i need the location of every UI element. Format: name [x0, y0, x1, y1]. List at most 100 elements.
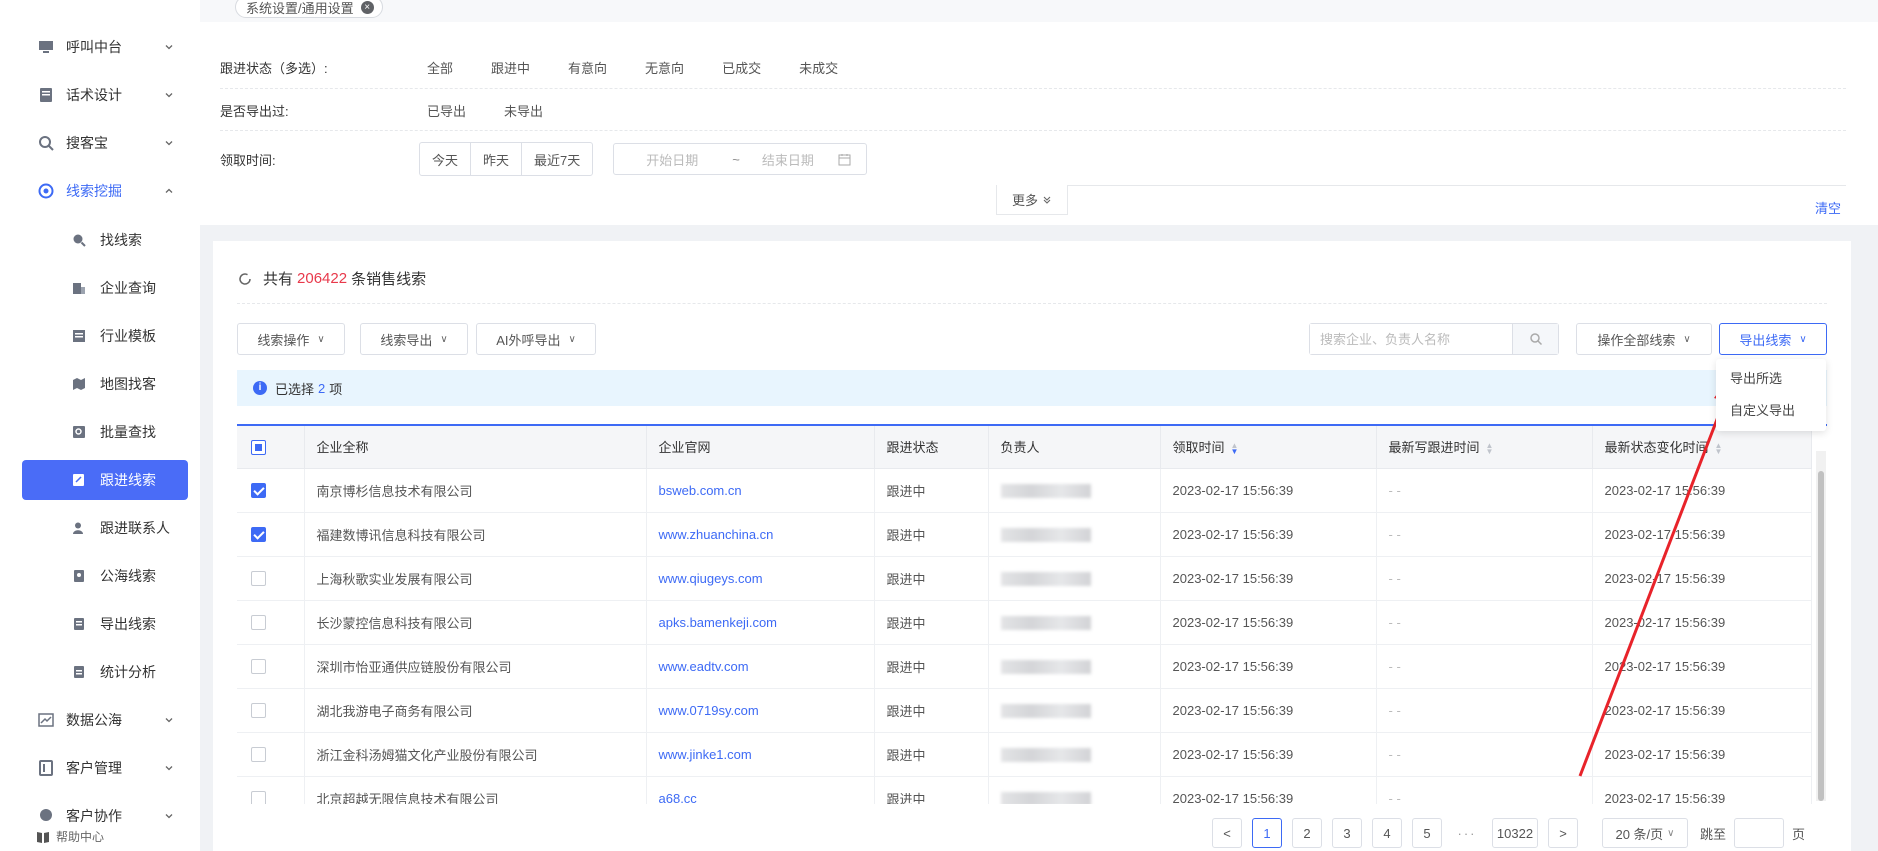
- help-center-link[interactable]: 帮助中心: [36, 828, 104, 845]
- website-link[interactable]: www.jinke1.com: [646, 732, 875, 777]
- nav-item-data-pool[interactable]: 数据公海: [22, 700, 188, 740]
- sub-item-follow-leads[interactable]: 跟进线索: [22, 460, 188, 500]
- export-selected-item[interactable]: 导出所选: [1716, 363, 1826, 395]
- website-link[interactable]: apks.bamenkeji.com: [646, 600, 875, 645]
- select-all-checkbox[interactable]: [251, 439, 266, 455]
- owner-cell: [988, 776, 1161, 804]
- table-row[interactable]: 深圳市怡亚通供应链股份有限公司 www.eadtv.com 跟进中 2023-02-1…: [237, 644, 1812, 689]
- sub-item-follow-contacts[interactable]: 跟进联系人: [22, 508, 188, 548]
- column-header-status-change[interactable]: 最新状态变化时间 ▲ ▼: [1592, 426, 1812, 469]
- sub-item-industry-template[interactable]: 行业模板: [22, 316, 188, 356]
- button-label: AI外呼导出: [496, 332, 561, 348]
- page-button[interactable]: 4: [1372, 818, 1402, 848]
- sub-label: 批量查找: [100, 424, 156, 440]
- exported-option-no[interactable]: 未导出: [504, 101, 543, 120]
- sub-item-public-leads[interactable]: 公海线索: [22, 556, 188, 596]
- table-row[interactable]: 长沙蒙控信息科技有限公司 apks.bamenkeji.com 跟进中 2023-02…: [237, 600, 1812, 645]
- scrollbar-thumb[interactable]: [1818, 471, 1824, 801]
- nav-item-customer-mgmt[interactable]: 客户管理: [22, 748, 188, 788]
- ai-call-export-button[interactable]: AI外呼导出 ∨: [476, 323, 596, 355]
- sub-item-export-leads[interactable]: 导出线索: [22, 604, 188, 644]
- table-scrollbar[interactable]: [1816, 451, 1826, 801]
- sub-item-statistics[interactable]: 统计分析: [22, 652, 188, 692]
- website-link[interactable]: www.qiugeys.com: [646, 556, 875, 601]
- status-option-interested[interactable]: 有意向: [568, 58, 607, 77]
- page-button[interactable]: 2: [1292, 818, 1322, 848]
- status-option-deal[interactable]: 已成交: [722, 58, 761, 77]
- website-link[interactable]: www.zhuanchina.cn: [646, 512, 875, 557]
- row-checkbox[interactable]: [251, 571, 266, 587]
- page-button[interactable]: 5: [1412, 818, 1442, 848]
- more-pages-button[interactable]: ···: [1452, 818, 1482, 848]
- exported-option-yes[interactable]: 已导出: [427, 101, 466, 120]
- clear-filters-link[interactable]: 清空: [1815, 198, 1841, 217]
- sub-item-batch-search[interactable]: 批量查找: [22, 412, 188, 452]
- page-size-select[interactable]: 20 条/页 ∨: [1602, 818, 1688, 848]
- more-filters-button[interactable]: 更多: [996, 185, 1068, 215]
- status-option-not-interested[interactable]: 无意向: [645, 58, 684, 77]
- lead-operations-button[interactable]: 线索操作 ∨: [237, 323, 345, 355]
- sub-label: 导出线索: [100, 616, 156, 632]
- status-option-all[interactable]: 全部: [427, 58, 453, 77]
- website-link[interactable]: www.eadtv.com: [646, 644, 875, 689]
- next-page-button[interactable]: >: [1548, 818, 1578, 848]
- website-link[interactable]: a68.cc: [646, 776, 875, 804]
- status-option-following[interactable]: 跟进中: [491, 58, 530, 77]
- nav-item-script-design[interactable]: 话术设计: [22, 75, 188, 115]
- yesterday-button[interactable]: 昨天: [471, 143, 523, 175]
- refresh-icon[interactable]: [237, 271, 253, 287]
- row-checkbox[interactable]: [251, 791, 266, 804]
- company-name-cell: 深圳市怡亚通供应链股份有限公司: [304, 644, 647, 689]
- chevron-down-icon: ∨: [317, 333, 325, 345]
- table-row[interactable]: 福建数博讯信息科技有限公司 www.zhuanchina.cn 跟进中 2023-02…: [237, 512, 1812, 557]
- sub-item-find-leads[interactable]: 找线索: [22, 220, 188, 260]
- document-icon: [72, 569, 86, 583]
- status-option-no-deal[interactable]: 未成交: [799, 58, 838, 77]
- row-checkbox[interactable]: [251, 527, 266, 543]
- last-7-days-button[interactable]: 最近7天: [522, 143, 592, 175]
- calendar-icon: [838, 153, 851, 165]
- lead-export-button[interactable]: 线索导出 ∨: [360, 323, 468, 355]
- table-row[interactable]: 南京博杉信息技术有限公司 bsweb.com.cn 跟进中 2023-02-17 15…: [237, 468, 1812, 513]
- row-checkbox[interactable]: [251, 747, 266, 763]
- website-link[interactable]: bsweb.com.cn: [646, 468, 875, 513]
- row-checkbox[interactable]: [251, 703, 266, 719]
- website-link[interactable]: www.0719sy.com: [646, 688, 875, 733]
- row-checkbox[interactable]: [251, 659, 266, 675]
- table-row[interactable]: 上海秋歌实业发展有限公司 www.qiugeys.com 跟进中 2023-02-17…: [237, 556, 1812, 601]
- column-header-last-follow[interactable]: 最新写跟进时间 ▲ ▼: [1376, 426, 1593, 469]
- divider: [1068, 185, 1846, 186]
- jump-page-input[interactable]: [1734, 818, 1785, 848]
- nav-item-call-center[interactable]: 呼叫中台: [22, 27, 188, 67]
- lead-summary: 共有 206422 条销售线索: [237, 268, 426, 289]
- table-row[interactable]: 浙江金科汤姆猫文化产业股份有限公司 www.jinke1.com 跟进中 2023-0…: [237, 732, 1812, 777]
- operate-all-leads-button[interactable]: 操作全部线索 ∨: [1576, 323, 1712, 355]
- date-range-picker[interactable]: 开始日期 ~ 结束日期: [613, 143, 868, 175]
- today-button[interactable]: 今天: [420, 143, 472, 175]
- column-header-claim-time[interactable]: 领取时间 ▲ ▼: [1160, 426, 1377, 469]
- sub-item-company-query[interactable]: 企业查询: [22, 268, 188, 308]
- sort-icon[interactable]: ▲ ▼: [1715, 441, 1723, 455]
- last-page-button[interactable]: 10322: [1492, 818, 1538, 848]
- nav-item-lead-mining[interactable]: 线索挖掘: [22, 171, 188, 211]
- export-leads-button[interactable]: 导出线索 ∨: [1719, 323, 1827, 355]
- tab-system-settings[interactable]: 系统设置/通用设置 ×: [235, 0, 383, 18]
- row-checkbox[interactable]: [251, 483, 266, 499]
- redacted-owner: [1000, 615, 1091, 630]
- search-input[interactable]: [1310, 324, 1513, 354]
- chevron-down-icon: ∨: [1667, 827, 1675, 839]
- custom-export-item[interactable]: 自定义导出: [1716, 395, 1826, 427]
- table-row[interactable]: 北京超越无限信息技术有限公司 a68.cc 跟进中 2023-02-17 15:56:…: [237, 776, 1812, 804]
- sub-item-map-search[interactable]: 地图找客: [22, 364, 188, 404]
- sort-icon[interactable]: ▲ ▼: [1486, 441, 1494, 455]
- page-button[interactable]: 1: [1252, 818, 1282, 848]
- sort-icon[interactable]: ▲ ▼: [1231, 441, 1239, 455]
- row-checkbox[interactable]: [251, 615, 266, 631]
- search-button[interactable]: [1512, 324, 1558, 354]
- nav-item-soukebao[interactable]: 搜客宝: [22, 123, 188, 163]
- prev-page-button[interactable]: <: [1212, 818, 1242, 848]
- nav-label: 客户协作: [66, 808, 122, 824]
- table-row[interactable]: 湖北我游电子商务有限公司 www.0719sy.com 跟进中 2023-02-17 …: [237, 688, 1812, 733]
- page-button[interactable]: 3: [1332, 818, 1362, 848]
- close-icon[interactable]: ×: [360, 1, 374, 14]
